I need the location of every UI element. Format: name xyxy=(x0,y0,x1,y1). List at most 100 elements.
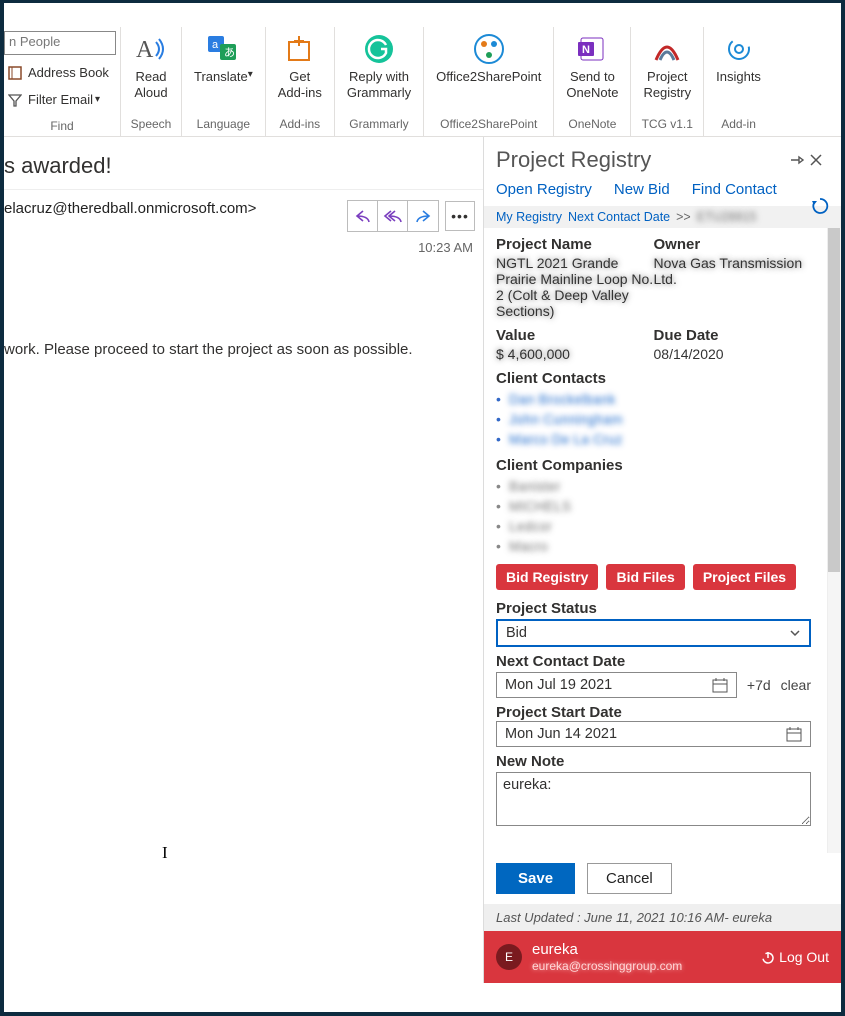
ribbon-group-office2sp: Office2SharePoint Office2SharePoint xyxy=(424,27,554,136)
ribbon-group-label-tcg: TCG v1.1 xyxy=(642,105,693,131)
project-status-select[interactable]: Bid xyxy=(496,619,811,647)
project-registry-button[interactable]: Project Registry xyxy=(639,29,695,105)
ribbon-group-label-onenote: OneNote xyxy=(568,105,616,131)
ribbon-group-label-find: Find xyxy=(4,113,120,136)
label-client-contacts: Client Contacts xyxy=(496,370,811,387)
address-book-button[interactable]: Address Book xyxy=(4,59,120,86)
value-amount: $ 4,600,000 xyxy=(496,344,654,368)
chevron-down-icon: ▾ xyxy=(95,94,100,105)
send-onenote-button[interactable]: N Send to OneNote xyxy=(562,29,622,105)
client-contact-link[interactable]: Marco De La Cruz xyxy=(509,431,623,447)
ribbon-group-language: aあ Translate▾ Language xyxy=(182,27,266,136)
project-start-date-input[interactable]: Mon Jun 14 2021 xyxy=(496,721,811,747)
new-note-textarea[interactable]: eureka: xyxy=(496,772,811,826)
breadcrumb-my-registry[interactable]: My Registry xyxy=(496,210,562,224)
ribbon: n People Address Book Filter Email ▾ Fin… xyxy=(4,27,841,137)
reply-all-button[interactable] xyxy=(378,201,408,231)
svg-text:あ: あ xyxy=(224,46,235,59)
user-bar: E eureka eureka@crossinggroup.com Log Ou… xyxy=(484,931,841,983)
project-start-date-value: Mon Jun 14 2021 xyxy=(505,726,617,742)
ribbon-group-speech: A Read Aloud Speech xyxy=(121,27,182,136)
insights-icon xyxy=(721,31,757,67)
chevron-down-icon xyxy=(789,627,801,639)
project-status-value: Bid xyxy=(506,625,527,641)
client-contact-link[interactable]: John Cunningham xyxy=(509,411,623,427)
ribbon-group-addins: Get Add-ins Add-ins xyxy=(266,27,335,136)
project-files-button[interactable]: Project Files xyxy=(693,564,796,590)
open-registry-link[interactable]: Open Registry xyxy=(496,181,592,198)
forward-button[interactable] xyxy=(408,201,438,231)
bid-files-button[interactable]: Bid Files xyxy=(606,564,684,590)
ribbon-group-label-language: Language xyxy=(197,105,250,131)
more-actions-button[interactable]: ••• xyxy=(445,201,475,231)
client-company: Banister xyxy=(509,478,560,494)
read-aloud-icon: A xyxy=(133,31,169,67)
mail-body: work. Please proceed to start the projec… xyxy=(4,261,483,358)
value-owner: Nova Gas Transmission Ltd. xyxy=(654,253,812,293)
text-cursor: I xyxy=(162,843,168,863)
pin-button[interactable] xyxy=(789,153,809,167)
logout-label: Log Out xyxy=(779,949,829,965)
find-contact-link[interactable]: Find Contact xyxy=(692,181,777,198)
logout-button[interactable]: Log Out xyxy=(761,949,829,965)
breadcrumb: My Registry Next Contact Date >> ETU2881… xyxy=(484,206,841,228)
label-project-name: Project Name xyxy=(496,236,654,253)
client-company: MICHELS xyxy=(509,498,571,514)
insights-button[interactable]: Insights xyxy=(712,29,765,105)
insights-label: Insights xyxy=(716,69,761,103)
mail-from: elacruz@theredball.onmicrosoft.com> xyxy=(4,200,256,217)
label-value: Value xyxy=(496,327,654,344)
reply-grammarly-label: Reply with Grammarly xyxy=(347,69,411,103)
ribbon-group-grammarly: Reply with Grammarly Grammarly xyxy=(335,27,424,136)
get-addins-button[interactable]: Get Add-ins xyxy=(274,29,326,105)
mail-time: 10:23 AM xyxy=(4,236,483,261)
address-book-label: Address Book xyxy=(28,65,109,80)
close-pane-button[interactable] xyxy=(809,153,829,167)
svg-text:A: A xyxy=(136,37,154,63)
reply-button[interactable] xyxy=(348,201,378,231)
new-note-value: eureka: xyxy=(503,777,551,793)
breadcrumb-next-contact[interactable]: Next Contact Date xyxy=(568,210,670,224)
reply-icon xyxy=(354,209,372,223)
read-aloud-label: Read Aloud xyxy=(134,69,167,103)
avatar: E xyxy=(496,944,522,970)
svg-text:N: N xyxy=(582,44,590,56)
clear-date-button[interactable]: clear xyxy=(781,677,811,693)
label-next-contact-date: Next Contact Date xyxy=(496,653,811,670)
onenote-icon: N xyxy=(574,31,610,67)
ribbon-group-label-addin: Add-in xyxy=(721,105,756,131)
save-button[interactable]: Save xyxy=(496,863,575,894)
ribbon-group-label-speech: Speech xyxy=(131,105,172,131)
reply-grammarly-button[interactable]: Reply with Grammarly xyxy=(343,29,415,105)
mail-reading-pane: s awarded! elacruz@theredball.onmicrosof… xyxy=(4,137,483,983)
bid-registry-button[interactable]: Bid Registry xyxy=(496,564,598,590)
pane-scrollbar[interactable] xyxy=(827,228,841,853)
read-aloud-button[interactable]: A Read Aloud xyxy=(129,29,173,105)
office2sharepoint-icon xyxy=(471,31,507,67)
label-new-note: New Note xyxy=(496,753,811,770)
refresh-button[interactable] xyxy=(811,197,829,215)
office2sharepoint-button[interactable]: Office2SharePoint xyxy=(432,29,545,105)
pin-icon xyxy=(789,153,805,167)
ribbon-group-tcg: Project Registry TCG v1.1 xyxy=(631,27,704,136)
ribbon-group-label-office2sp: Office2SharePoint xyxy=(440,105,537,131)
ellipsis-icon: ••• xyxy=(451,208,469,224)
close-icon xyxy=(809,153,823,167)
cancel-button[interactable]: Cancel xyxy=(587,863,672,894)
calendar-icon xyxy=(712,677,728,693)
label-due-date: Due Date xyxy=(654,327,812,344)
next-contact-date-input[interactable]: Mon Jul 19 2021 xyxy=(496,672,737,698)
new-bid-link[interactable]: New Bid xyxy=(614,181,670,198)
reply-button-group xyxy=(347,200,439,232)
client-contact-link[interactable]: Dan Brockelbank xyxy=(509,391,616,407)
people-search[interactable]: n People xyxy=(4,31,116,55)
send-onenote-label: Send to OneNote xyxy=(566,69,618,103)
translate-button[interactable]: aあ Translate▾ xyxy=(190,29,257,105)
translate-icon: aあ xyxy=(205,31,241,67)
plus-7d-button[interactable]: +7d xyxy=(747,677,771,693)
filter-email-button[interactable]: Filter Email ▾ xyxy=(4,86,120,113)
label-project-status: Project Status xyxy=(496,600,811,617)
last-updated-text: Last Updated : June 11, 2021 10:16 AM- e… xyxy=(484,904,841,931)
client-contacts-list: Dan Brockelbank John Cunningham Marco De… xyxy=(496,389,811,449)
address-book-icon xyxy=(6,66,24,80)
